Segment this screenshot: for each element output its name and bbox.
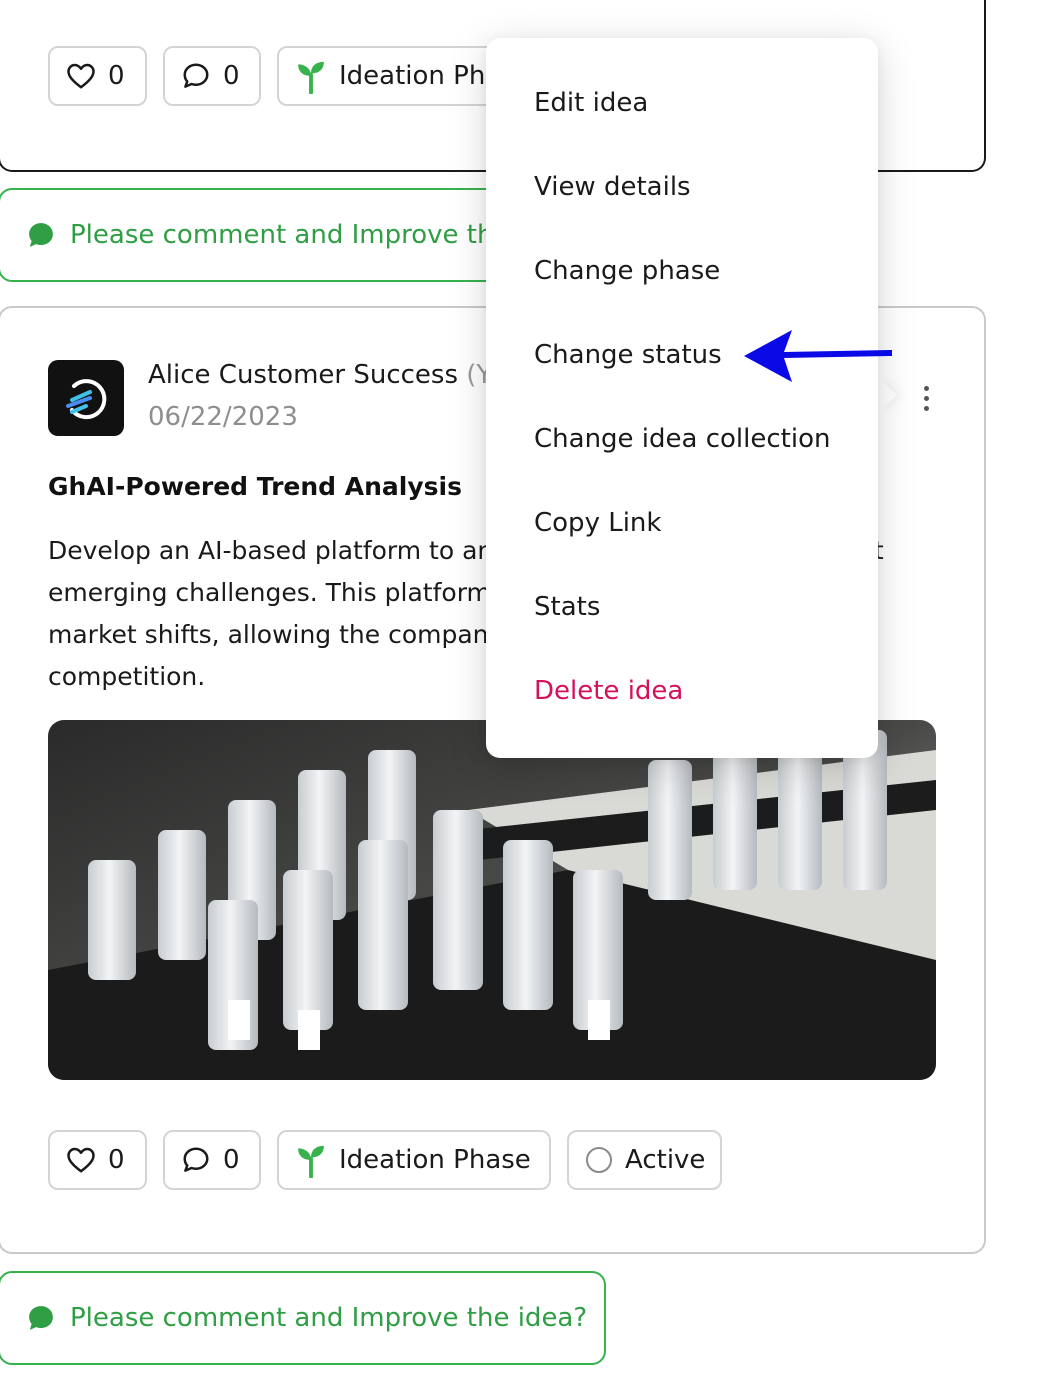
comment-button[interactable]: 0	[163, 46, 261, 106]
menu-item-copy-link[interactable]: Copy Link	[534, 508, 661, 538]
idea-title: GhAI-Powered Trend Analysis	[48, 472, 462, 501]
menu-item-delete-idea[interactable]: Delete idea	[534, 676, 683, 706]
menu-item-stats[interactable]: Stats	[534, 592, 600, 622]
author-name[interactable]: Alice Customer Success (You)	[148, 360, 531, 390]
like-button[interactable]: 0	[48, 1130, 147, 1190]
menu-item-change-idea-collection[interactable]: Change idea collection	[534, 424, 830, 454]
comment-prompt-bottom[interactable]: Please comment and Improve the idea?	[0, 1271, 606, 1365]
comment-count: 0	[223, 1145, 240, 1175]
comment-prompt-text: Please comment and Improve the idea?	[70, 1303, 588, 1333]
phase-label: Ideation Phase	[339, 1145, 531, 1175]
kebab-icon[interactable]	[908, 378, 944, 418]
menu-item-edit-idea[interactable]: Edit idea	[534, 88, 648, 118]
annotation-arrow-icon	[744, 330, 892, 382]
status-badge[interactable]: Active	[567, 1130, 722, 1190]
heart-icon	[67, 63, 95, 89]
author-name-text: Alice Customer Success	[148, 360, 459, 390]
status-label: Active	[625, 1145, 706, 1175]
menu-item-change-status[interactable]: Change status	[534, 340, 722, 370]
comment-icon	[183, 1147, 209, 1172]
sprout-icon	[298, 61, 324, 94]
menu-item-change-phase[interactable]: Change phase	[534, 256, 720, 286]
comment-icon	[183, 63, 209, 88]
like-count: 0	[108, 61, 125, 91]
app-logo-icon	[48, 360, 124, 436]
comment-button[interactable]: 0	[163, 1130, 261, 1190]
idea-image	[48, 720, 936, 1080]
chat-bubble-icon	[29, 223, 53, 247]
idea-date: 06/22/2023	[148, 402, 298, 432]
comment-count: 0	[223, 61, 240, 91]
chat-bubble-icon	[29, 1306, 53, 1330]
context-menu: Edit idea View details Change phase Chan…	[486, 38, 878, 758]
menu-item-view-details[interactable]: View details	[534, 172, 691, 202]
sprout-icon	[298, 1145, 324, 1178]
phase-badge[interactable]: Ideation Phase	[277, 1130, 551, 1190]
like-count: 0	[108, 1145, 125, 1175]
heart-icon	[67, 1147, 95, 1173]
like-button[interactable]: 0	[48, 46, 147, 106]
status-circle-icon	[586, 1147, 612, 1173]
